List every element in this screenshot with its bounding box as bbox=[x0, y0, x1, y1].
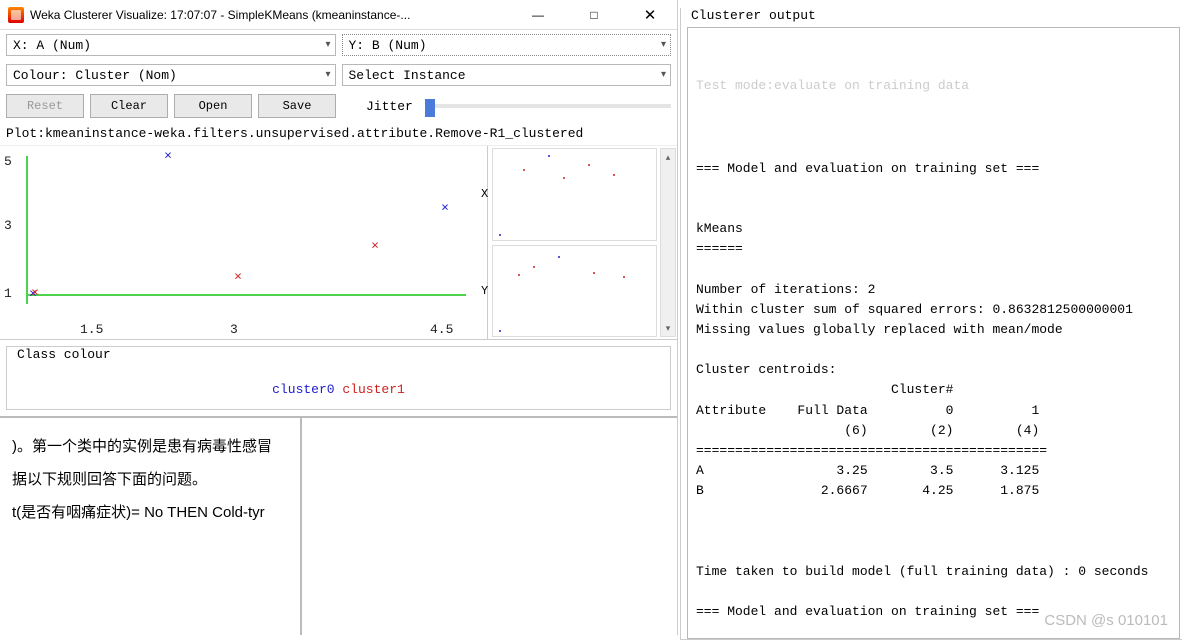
scatter-plot[interactable]: 5 3 1 1.5 3 4.5 × × × × × × bbox=[0, 146, 487, 339]
empty-panel bbox=[302, 418, 677, 635]
class-colour-panel: Class colour cluster0 cluster1 bbox=[6, 346, 671, 410]
output-caption: Clusterer output bbox=[687, 8, 820, 23]
class-colour-caption: Class colour bbox=[13, 347, 115, 362]
y-axis-combo[interactable]: Y: B (Num) ▾ bbox=[342, 34, 672, 56]
legend-cluster0: cluster0 bbox=[272, 382, 334, 397]
plot-title: Plot:kmeaninstance-weka.filters.unsuperv… bbox=[0, 122, 677, 145]
window-titlebar: Weka Clusterer Visualize: 17:07:07 - Sim… bbox=[0, 0, 677, 30]
x-axis-combo[interactable]: X: A (Num) ▾ bbox=[6, 34, 336, 56]
jitter-label: Jitter bbox=[366, 99, 413, 114]
chevron-down-icon: ▾ bbox=[325, 69, 330, 81]
colour-label: Colour: Cluster (Nom) bbox=[13, 68, 177, 83]
java-icon bbox=[8, 7, 24, 23]
window-close[interactable]: ✕ bbox=[631, 2, 669, 28]
x-tick: 4.5 bbox=[430, 322, 453, 337]
y-tick: 1 bbox=[4, 286, 12, 301]
select-instance-label: Select Instance bbox=[349, 68, 466, 83]
y-tick: 3 bbox=[4, 218, 12, 233]
x-axis-line bbox=[26, 294, 466, 296]
data-point: × bbox=[164, 149, 172, 164]
jitter-slider[interactable] bbox=[425, 104, 671, 108]
x-tick: 3 bbox=[230, 322, 238, 337]
text-line: t(是否有咽痛症状)= No THEN Cold-tyr bbox=[12, 496, 288, 529]
reset-button: Reset bbox=[6, 94, 84, 118]
mini-plot-x-label: X bbox=[481, 187, 488, 201]
chevron-up-icon[interactable]: ▴ bbox=[661, 149, 675, 165]
y-axis-label: Y: B (Num) bbox=[349, 38, 427, 53]
x-axis-label: X: A (Num) bbox=[13, 38, 91, 53]
data-point: × bbox=[31, 286, 39, 301]
watermark: CSDN @s 010101 bbox=[1044, 612, 1168, 629]
window-minimize[interactable]: — bbox=[519, 2, 557, 28]
chevron-down-icon: ▾ bbox=[325, 39, 330, 51]
x-tick: 1.5 bbox=[80, 322, 103, 337]
y-tick: 5 bbox=[4, 154, 12, 169]
mini-plot-x[interactable]: X bbox=[492, 148, 657, 241]
window-maximize[interactable]: □ bbox=[575, 2, 613, 28]
data-point: × bbox=[234, 270, 242, 285]
chevron-down-icon: ▾ bbox=[661, 39, 666, 51]
document-text-panel: )。第一个类中的实例是患有病毒性感冒 据以下规则回答下面的问题。 t(是否有咽痛… bbox=[0, 418, 302, 635]
side-scrollbar[interactable]: ▴ ▾ bbox=[660, 148, 676, 337]
window-title: Weka Clusterer Visualize: 17:07:07 - Sim… bbox=[30, 8, 519, 22]
clear-button[interactable]: Clear bbox=[90, 94, 168, 118]
data-point: × bbox=[441, 201, 449, 216]
mini-plot-y[interactable]: Y bbox=[492, 245, 657, 338]
mini-plot-y-label: Y bbox=[481, 284, 488, 298]
save-button[interactable]: Save bbox=[258, 94, 336, 118]
chevron-down-icon[interactable]: ▾ bbox=[661, 320, 675, 336]
select-instance-combo[interactable]: Select Instance ▾ bbox=[342, 64, 672, 86]
y-axis-line bbox=[26, 156, 28, 304]
colour-combo[interactable]: Colour: Cluster (Nom) ▾ bbox=[6, 64, 336, 86]
jitter-thumb[interactable] bbox=[425, 99, 435, 117]
text-line: 据以下规则回答下面的问题。 bbox=[12, 463, 288, 496]
clusterer-output[interactable]: Test mode:evaluate on training data === … bbox=[687, 27, 1180, 639]
data-point: × bbox=[371, 239, 379, 254]
legend-cluster1: cluster1 bbox=[342, 382, 404, 397]
open-button[interactable]: Open bbox=[174, 94, 252, 118]
side-plots: X Y ▴ bbox=[487, 146, 677, 339]
chevron-down-icon: ▾ bbox=[661, 69, 666, 81]
text-line: )。第一个类中的实例是患有病毒性感冒 bbox=[12, 430, 288, 463]
output-ghost-line: Test mode:evaluate on training data bbox=[696, 76, 1171, 96]
output-frame: Clusterer output Test mode:evaluate on t… bbox=[680, 8, 1182, 640]
output-text: === Model and evaluation on training set… bbox=[696, 139, 1171, 639]
